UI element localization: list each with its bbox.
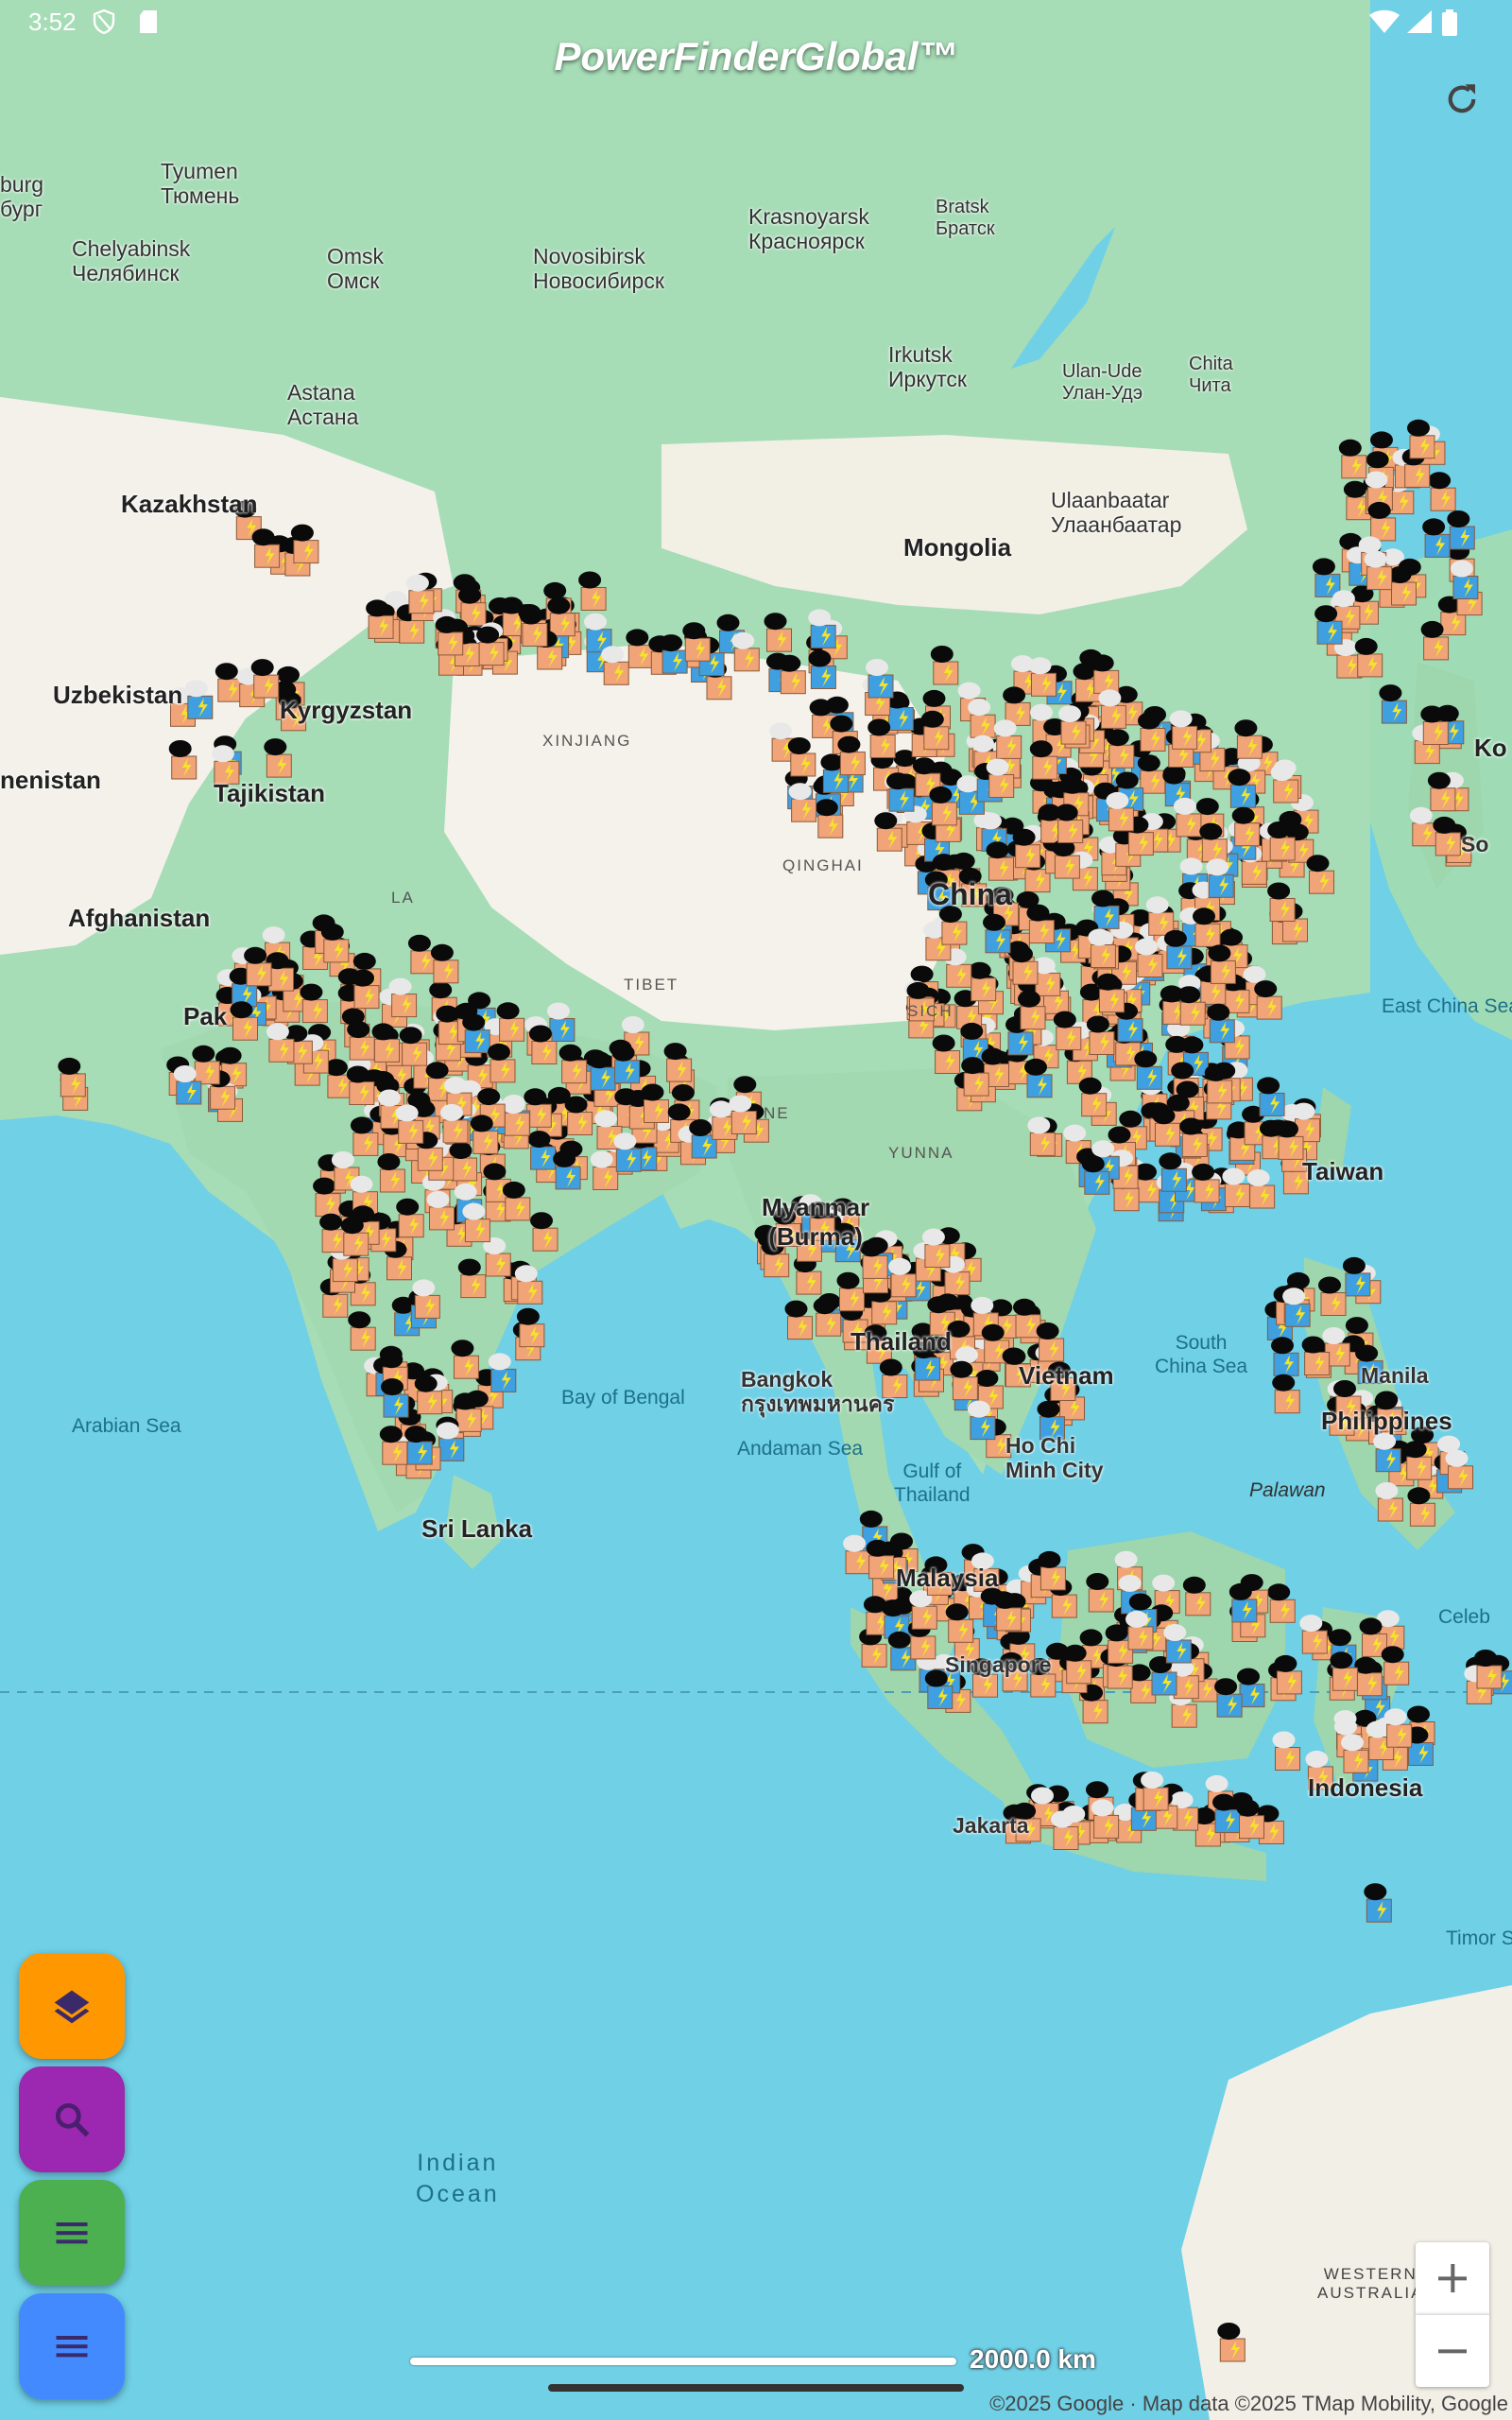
map-label-western-australia: WESTERN AUSTRALIA <box>1317 2265 1424 2302</box>
battery-icon <box>1442 9 1457 43</box>
layers-icon <box>54 1990 90 2024</box>
map-label-andaman-sea: Andaman Sea <box>737 1438 864 1460</box>
scale-bar <box>410 2358 956 2365</box>
map-label-novosibirsk: Novosibirsk Новосибирск <box>533 244 664 294</box>
map-label-jakarta: Jakarta <box>953 1813 1029 1838</box>
map-label-sri-lanka: Sri Lanka <box>421 1514 533 1543</box>
map-label-astana: Astana Астана <box>287 380 359 430</box>
map-label-irkutsk: Irkutsk Иркутск <box>888 342 967 392</box>
map-label-vietnam: Vietnam <box>1019 1361 1114 1390</box>
map-label-thailand: Thailand <box>850 1327 952 1356</box>
map-label-la: LA <box>391 889 415 907</box>
gesture-nav-handle[interactable] <box>548 2384 964 2392</box>
sd-card-icon <box>138 9 159 41</box>
map-label-seoul: So <box>1461 832 1489 856</box>
map-label-ekaterinburg: burg бург <box>0 172 44 222</box>
menu-icon <box>56 2336 88 2358</box>
map-label-china: China <box>928 877 1012 911</box>
minus-icon <box>1438 2349 1467 2354</box>
map-label-afghanistan: Afghanistan <box>68 904 211 932</box>
map-label-celebes: Celeb <box>1438 1606 1490 1628</box>
wifi-icon <box>1368 9 1400 41</box>
map-label-yunnan: YUNNA <box>888 1144 954 1162</box>
map-label-ulan-ude: Ulan-Ude Улан-Удэ <box>1062 361 1143 404</box>
map-attribution: ©2025 Google · Map data ©2025 TMap Mobil… <box>989 2392 1508 2415</box>
map-label-tibet: TIBET <box>624 976 679 994</box>
vpn-icon <box>93 9 115 41</box>
map-label-sichuan: SICH <box>907 1002 954 1020</box>
map-label-uzbekistan: Uzbekistan <box>53 681 183 709</box>
map-label-kazakhstan: Kazakhstan <box>121 490 258 518</box>
map-label-tyumen: Tyumen Тюмень <box>161 159 240 209</box>
map-label-bratsk: Bratsk Братск <box>936 197 995 239</box>
map-label-south-china-sea: South China Sea <box>1155 1332 1248 1378</box>
map-label-manila: Manila <box>1361 1363 1429 1388</box>
map-label-tajikistan: Tajikistan <box>214 779 326 807</box>
map-label-east-china-sea: East China Sea <box>1382 995 1512 1017</box>
map-label-chelyabinsk: Chelyabinsk Челябинск <box>72 236 191 286</box>
map-label-palawan: Palawan <box>1249 1479 1326 1501</box>
map-label-chita: Chita Чита <box>1189 354 1233 396</box>
map-label-krasnoyarsk: Krasnoyarsk Красноярск <box>748 204 869 254</box>
map-label-ulaanbaatar: Ulaanbaatar Улаанбаатар <box>1051 488 1182 538</box>
map-label-timor-sea: Timor S <box>1446 1927 1512 1949</box>
map-label-malaysia: Malaysia <box>896 1564 999 1592</box>
search-icon <box>55 2102 90 2137</box>
map-label-taiwan: Taiwan <box>1302 1157 1384 1185</box>
refresh-button[interactable] <box>1436 74 1487 125</box>
status-time: 3:52 <box>28 8 77 36</box>
map-label-philippines: Philippines <box>1321 1407 1452 1435</box>
map-label-qinghai: QINGHAI <box>782 856 864 874</box>
map-canvas[interactable] <box>0 0 1512 2420</box>
map-label-arabian-sea: Arabian Sea <box>72 1415 181 1437</box>
search-button[interactable] <box>19 2066 125 2172</box>
map-label-indian-ocean: Indian Ocean <box>416 2150 500 2207</box>
scale-label: 2000.0 km <box>970 2344 1096 2374</box>
plus-icon <box>1438 2264 1467 2292</box>
map-label-bangkok: Bangkok กรุงเทพมหานคร <box>741 1367 895 1417</box>
signal-icon <box>1406 9 1433 41</box>
refresh-icon <box>1448 84 1476 113</box>
map-label-omsk: Omsk Омск <box>327 244 385 294</box>
status-bar: 3:52 <box>0 0 1512 45</box>
map-label-turkmenistan: nenistan <box>0 766 101 794</box>
menu-button-blue[interactable] <box>19 2293 125 2399</box>
map-label-mongolia: Mongolia <box>903 533 1012 562</box>
map-label-ho-chi-minh: Ho Chi Minh City <box>1005 1433 1104 1483</box>
zoom-in-button[interactable] <box>1416 2242 1489 2314</box>
map-label-gulf-of-thailand: Gulf of Thailand <box>894 1461 971 1507</box>
map-label-singapore: Singapore <box>945 1652 1052 1677</box>
map-label-nepal: NE <box>764 1104 790 1122</box>
map-label-xinjiang: XINJIANG <box>542 732 632 750</box>
map-label-indonesia: Indonesia <box>1308 1773 1423 1802</box>
map-label-korea: Ko <box>1474 734 1507 762</box>
menu-icon <box>56 2222 88 2244</box>
menu-button-green[interactable] <box>19 2180 125 2286</box>
map-label-bay-of-bengal: Bay of Bengal <box>561 1387 685 1409</box>
map-label-myanmar: Myanmar (Burma) <box>762 1193 870 1251</box>
map-label-pakistan: Pak <box>183 1002 228 1030</box>
layers-button[interactable] <box>19 1953 125 2059</box>
map-label-kyrgyzstan: Kyrgyzstan <box>280 696 413 724</box>
zoom-out-button[interactable] <box>1416 2314 1489 2387</box>
